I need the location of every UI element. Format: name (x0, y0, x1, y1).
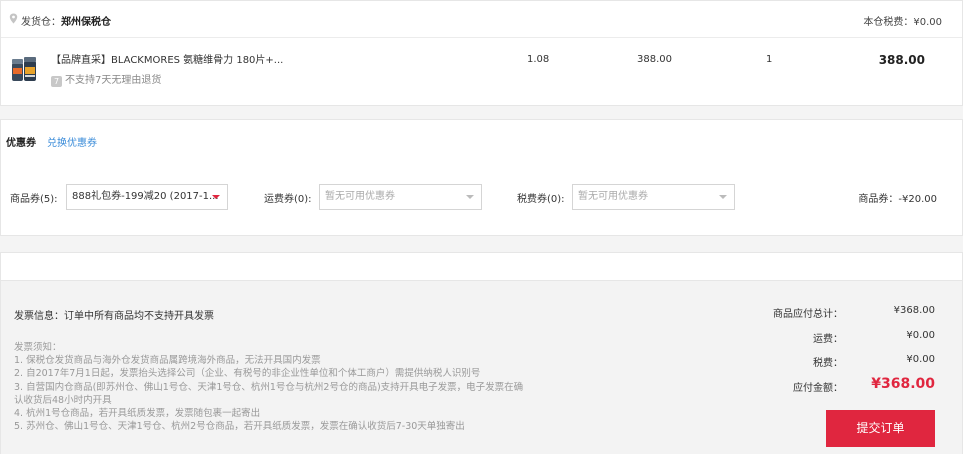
tax-coupon-label: 税费券(0): (517, 194, 565, 205)
goods-total-label: 商品应付总计： (773, 309, 843, 320)
submit-order-button[interactable]: 提交订单 (826, 410, 935, 447)
product-price: 388.00 (637, 54, 672, 65)
shipping-coupon-select[interactable]: 暂无可用优惠券 (319, 184, 482, 210)
payable-row: 应付金额： ¥368.00 (0, 376, 963, 396)
tax-value: ¥0.00 (906, 354, 935, 365)
tax-label: 税费： (813, 358, 843, 369)
shipping-coupon-label: 运费券(0): (264, 194, 312, 205)
chevron-down-icon (719, 195, 727, 199)
invoice-note-line: 5. 苏州仓、佛山1号仓、天津1号仓、杭州2号仓商品，若开具纸质发票，发票在确认… (14, 421, 465, 433)
goods-total-row: 商品应付总计： ¥368.00 (0, 305, 963, 320)
warehouse-name: 郑州保税仓 (61, 17, 111, 28)
product-name[interactable]: 【品牌直采】BLACKMORES 氨糖维骨力 180片+... (51, 51, 283, 66)
payable-label: 应付金额： (793, 383, 843, 394)
coupon-panel: 优惠券 兑换优惠券 商品券(5): 888礼包券-199减20 (2017-1.… (0, 119, 963, 236)
shipping-row: 运费： ¥0.00 (0, 330, 963, 345)
shipping-label: 运费： (813, 334, 843, 345)
return-tag-icon: 7 (51, 76, 62, 87)
summary-divider-strip (1, 253, 962, 281)
warehouse-header: 发货仓：郑州保税仓 本仓税费：¥0.00 (1, 1, 962, 38)
return-policy-note: 7 不支持7天无理由退货 (51, 71, 161, 87)
payable-value: ¥368.00 (871, 376, 935, 392)
coupon-title: 优惠券 (6, 138, 36, 149)
product-tax: 1.08 (527, 54, 550, 65)
coupon-row: 商品券(5): 888礼包券-199减20 (2017-1... 运费券(0):… (1, 184, 963, 210)
product-subtotal: 388.00 (878, 53, 925, 67)
warehouse-panel: 发货仓：郑州保税仓 本仓税费：¥0.00 【品牌直采】BLACKMORES 氨糖… (0, 0, 963, 106)
chevron-down-icon (466, 195, 474, 199)
shipping-value: ¥0.00 (906, 330, 935, 341)
goods-coupon-label: 商品券(5): (10, 194, 58, 205)
goods-coupon-select[interactable]: 888礼包券-199减20 (2017-1... (66, 184, 228, 210)
tax-row: 税费： ¥0.00 (0, 354, 963, 369)
product-thumbnail[interactable] (9, 54, 39, 84)
summary-panel: 发票信息：订单中所有商品均不支持开具发票 发票须知： 1. 保税仓发货商品与海外… (0, 252, 963, 454)
product-quantity: 1 (766, 54, 773, 65)
chevron-down-icon (212, 195, 220, 199)
goods-total-value: ¥368.00 (893, 305, 935, 316)
invoice-note-line: 4. 杭州1号仓商品，若开具纸质发票，发票随包裹一起寄出 (14, 408, 261, 420)
tax-coupon-select[interactable]: 暂无可用优惠券 (572, 184, 735, 210)
warehouse-tax: 本仓税费：¥0.00 (863, 17, 942, 28)
location-pin-icon (9, 13, 18, 24)
exchange-coupon-link[interactable]: 兑换优惠券 (47, 134, 97, 149)
coupon-discount: 商品券：-¥20.00 (858, 194, 937, 205)
warehouse-label: 发货仓：郑州保税仓 (21, 17, 111, 28)
